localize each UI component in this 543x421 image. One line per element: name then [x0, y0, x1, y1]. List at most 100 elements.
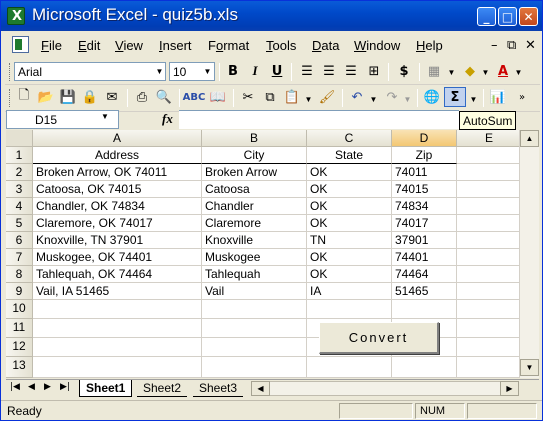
cell-d5[interactable]: 74017 — [392, 215, 457, 232]
undo-dropdown-arrow[interactable]: ▼ — [367, 90, 380, 109]
row-header-12[interactable]: 12 — [6, 338, 33, 357]
doc-close-button[interactable]: ✕ — [525, 38, 536, 53]
cell-a8[interactable]: Tahlequah, OK 74464 — [33, 266, 202, 283]
menu-tools[interactable]: Tools — [266, 38, 296, 53]
toolbar-grip[interactable] — [9, 63, 12, 81]
cell-a10[interactable] — [33, 300, 202, 319]
italic-button[interactable]: I — [244, 61, 266, 81]
merge-center-icon[interactable]: ⊞ — [363, 61, 385, 81]
horizontal-scrollbar[interactable]: ◀ ▶ — [251, 381, 519, 396]
cell-d4[interactable]: 74834 — [392, 198, 457, 215]
cell-c10[interactable] — [307, 300, 392, 319]
permission-icon[interactable]: 🔒 — [79, 87, 101, 107]
select-all-corner[interactable] — [6, 130, 33, 147]
cell-b1[interactable]: City — [202, 147, 307, 164]
fill-color-dropdown-arrow[interactable]: ▼ — [479, 63, 492, 82]
scroll-up-arrow[interactable]: ▲ — [520, 130, 539, 147]
cell-e1[interactable] — [457, 147, 522, 164]
cell-d7[interactable]: 74401 — [392, 249, 457, 266]
next-sheet-arrow[interactable]: ▶ — [44, 382, 51, 392]
cell-e11[interactable] — [457, 319, 522, 338]
row-header-4[interactable]: 4 — [6, 198, 33, 215]
sheet-tab-sheet1[interactable]: Sheet1 — [79, 380, 133, 397]
new-document-icon[interactable]: 🗋 — [13, 87, 35, 107]
scroll-left-arrow[interactable]: ◀ — [251, 381, 270, 396]
menu-insert[interactable]: Insert — [159, 38, 192, 53]
font-color-dropdown-arrow[interactable]: ▼ — [512, 63, 525, 82]
row-header-9[interactable]: 9 — [6, 283, 33, 300]
first-sheet-arrow[interactable]: |◀ — [10, 382, 20, 392]
chart-wizard-icon[interactable]: 📊 — [487, 87, 509, 107]
row-header-1[interactable]: 1 — [6, 147, 33, 164]
cell-b5[interactable]: Claremore — [202, 215, 307, 232]
cell-b12[interactable] — [202, 338, 307, 357]
cell-a2[interactable]: Broken Arrow, OK 74011 — [33, 164, 202, 181]
cell-e12[interactable] — [457, 338, 522, 357]
cell-c3[interactable]: OK — [307, 181, 392, 198]
insert-function-icon[interactable]: fx — [162, 111, 173, 127]
formula-input[interactable] — [179, 110, 459, 129]
cell-c6[interactable]: TN — [307, 232, 392, 249]
vertical-scrollbar[interactable]: ▲ ▼ — [519, 130, 539, 378]
toolbar-grip[interactable] — [9, 89, 12, 107]
worksheet-grid[interactable]: A B C D E 1 2 3 4 5 6 7 8 9 10 11 12 13 … — [6, 130, 539, 378]
borders-icon[interactable]: ▦ — [423, 61, 445, 81]
cell-e6[interactable] — [457, 232, 522, 249]
redo-icon[interactable]: ↷ — [381, 87, 403, 107]
hyperlink-icon[interactable]: 🌐 — [421, 87, 443, 107]
autosum-button[interactable]: Σ — [444, 87, 466, 107]
column-header-e[interactable]: E — [457, 130, 522, 147]
row-header-6[interactable]: 6 — [6, 232, 33, 249]
excel-app-icon[interactable] — [7, 7, 25, 25]
cell-d2[interactable]: 74011 — [392, 164, 457, 181]
open-folder-icon[interactable]: 📂 — [35, 87, 57, 107]
cell-a5[interactable]: Claremore, OK 74017 — [33, 215, 202, 232]
cell-b13[interactable] — [202, 357, 307, 378]
cell-b10[interactable] — [202, 300, 307, 319]
sheet-tab-sheet2[interactable]: Sheet2 — [137, 380, 188, 397]
doc-restore-button[interactable]: ⧉ — [507, 38, 516, 53]
cell-a13[interactable] — [33, 357, 202, 378]
align-left-icon[interactable]: ☰ — [296, 61, 318, 81]
print-preview-icon[interactable]: 🔍 — [153, 87, 175, 107]
menu-data[interactable]: Data — [312, 38, 339, 53]
row-header-8[interactable]: 8 — [6, 266, 33, 283]
sheet-tab-sheet3[interactable]: Sheet3 — [193, 380, 244, 397]
font-name-field[interactable]: Arial — [14, 62, 166, 81]
last-sheet-arrow[interactable]: ▶| — [60, 382, 70, 392]
cell-c5[interactable]: OK — [307, 215, 392, 232]
cell-a1[interactable]: Address — [33, 147, 202, 164]
cell-c2[interactable]: OK — [307, 164, 392, 181]
cell-e13[interactable] — [457, 357, 522, 378]
toolbar-options-icon[interactable]: » — [511, 87, 533, 107]
cell-e10[interactable] — [457, 300, 522, 319]
doc-minimize-button[interactable]: – — [491, 38, 498, 53]
row-header-5[interactable]: 5 — [6, 215, 33, 232]
row-header-7[interactable]: 7 — [6, 249, 33, 266]
cell-b7[interactable]: Muskogee — [202, 249, 307, 266]
paste-icon[interactable]: 📋 — [281, 87, 303, 107]
font-color-icon[interactable]: A — [492, 61, 514, 81]
row-header-2[interactable]: 2 — [6, 164, 33, 181]
align-right-icon[interactable]: ☰ — [340, 61, 362, 81]
prev-sheet-arrow[interactable]: ◀ — [28, 382, 35, 392]
row-header-13[interactable]: 13 — [6, 357, 33, 378]
column-header-c[interactable]: C — [307, 130, 392, 147]
minimize-button[interactable]: _ — [477, 7, 496, 26]
restore-button[interactable]: □ — [498, 7, 517, 26]
scroll-right-arrow[interactable]: ▶ — [500, 381, 519, 396]
column-header-b[interactable]: B — [202, 130, 307, 147]
cut-icon[interactable]: ✂ — [237, 87, 259, 107]
cell-d3[interactable]: 74015 — [392, 181, 457, 198]
cell-a6[interactable]: Knoxville, TN 37901 — [33, 232, 202, 249]
print-icon[interactable]: ⎙ — [131, 87, 153, 107]
cell-a3[interactable]: Catoosa, OK 74015 — [33, 181, 202, 198]
cell-e9[interactable] — [457, 283, 522, 300]
menu-edit[interactable]: Edit — [78, 38, 100, 53]
redo-dropdown-arrow[interactable]: ▼ — [401, 90, 414, 109]
cell-a9[interactable]: Vail, IA 51465 — [33, 283, 202, 300]
row-header-3[interactable]: 3 — [6, 181, 33, 198]
undo-icon[interactable]: ↶ — [346, 87, 368, 107]
title-bar[interactable]: Microsoft Excel - quiz5b.xls _ □ ✕ — [1, 1, 542, 31]
cell-e5[interactable] — [457, 215, 522, 232]
